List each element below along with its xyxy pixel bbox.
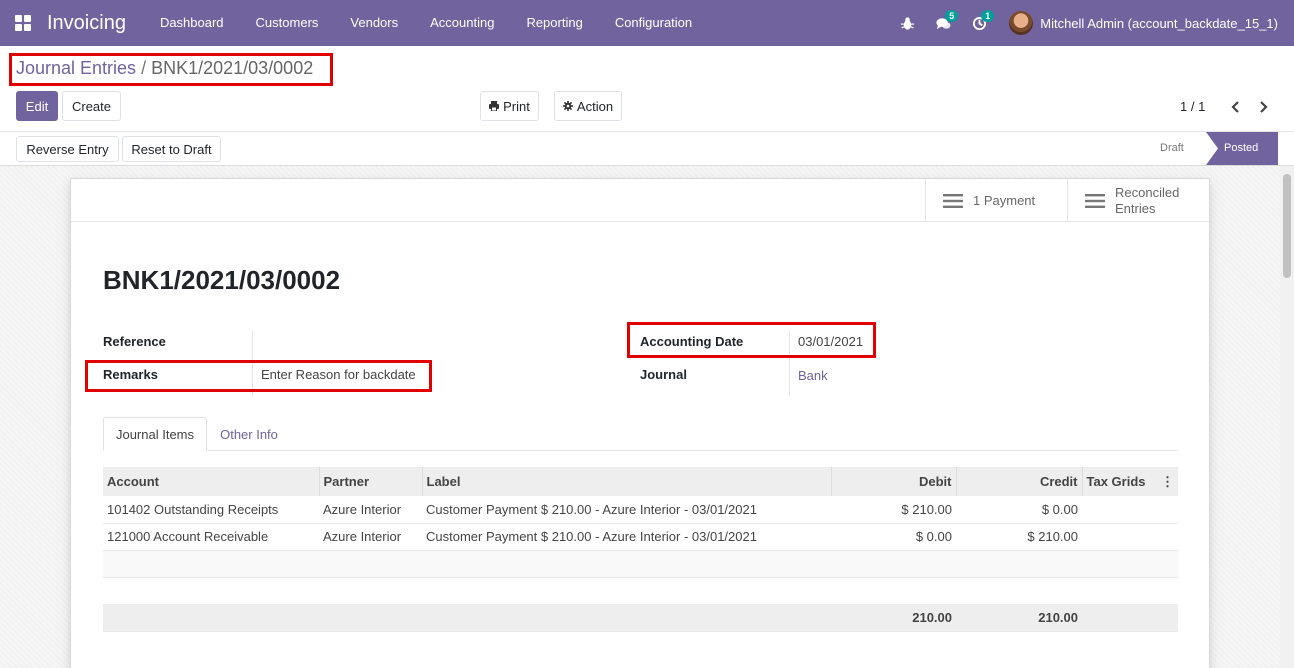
row-tax-grids: [1082, 496, 1178, 524]
vertical-scrollbar[interactable]: [1280, 166, 1294, 668]
status-draft: Draft: [1160, 142, 1184, 154]
highlight-accounting-date-box: [627, 322, 876, 358]
payment-smart-label: 1 Payment: [973, 193, 1036, 208]
col-tax-grids: Tax Grids: [1086, 473, 1146, 489]
table-row[interactable]: 121000 Account Receivable Azure Interior…: [103, 523, 1178, 551]
row-account: 101402 Outstanding Receipts: [103, 496, 319, 524]
highlight-breadcrumb-box: [9, 53, 333, 86]
smart-button-box: 1 Payment Reconciled Entries: [71, 179, 1209, 222]
pager-previous-icon[interactable]: [1228, 97, 1244, 117]
pager-next-icon[interactable]: [1255, 97, 1271, 117]
messages-chat-icon[interactable]: 5: [925, 0, 961, 46]
empty-row: [103, 550, 1178, 578]
record-title: BNK1/2021/03/0002: [103, 265, 341, 295]
list-bars-icon: [1085, 193, 1105, 208]
activities-count-badge: 1: [981, 10, 995, 22]
form-sheet: 1 Payment Reconciled Entries BNK1/2021/0…: [70, 178, 1210, 668]
row-label: Customer Payment $ 210.00 - Azure Interi…: [422, 496, 831, 524]
create-button[interactable]: Create: [62, 91, 121, 121]
journal-label: Journal: [640, 367, 687, 382]
col-credit[interactable]: Credit: [956, 467, 1083, 496]
journal-items-table: Account Partner Label Debit Credit Tax G…: [103, 467, 1178, 632]
payment-smart-button[interactable]: 1 Payment: [925, 179, 1067, 222]
debug-bug-icon[interactable]: [889, 0, 925, 46]
spacer-row: [103, 577, 1178, 604]
col-debit[interactable]: Debit: [831, 467, 957, 496]
menu-accounting[interactable]: Accounting: [414, 0, 510, 46]
table-row[interactable]: 101402 Outstanding Receipts Azure Interi…: [103, 496, 1178, 524]
status-posted: Posted: [1206, 132, 1278, 165]
activities-clock-icon[interactable]: 1: [961, 0, 997, 46]
scrollbar-thumb[interactable]: [1283, 174, 1291, 278]
reconciled-entries-label: Reconciled Entries: [1115, 185, 1179, 217]
col-tax-grids-header[interactable]: Tax Grids ⋮: [1082, 467, 1178, 496]
row-partner: Azure Interior: [319, 496, 422, 524]
reference-field[interactable]: [261, 334, 441, 350]
print-label: Print: [503, 98, 530, 114]
col-account[interactable]: Account: [103, 467, 320, 496]
form-statusbar: Reverse Entry Reset to Draft Draft Poste…: [0, 131, 1294, 166]
row-account: 121000 Account Receivable: [103, 523, 319, 551]
menu-vendors[interactable]: Vendors: [334, 0, 414, 46]
row-label: Customer Payment $ 210.00 - Azure Interi…: [422, 523, 831, 551]
row-debit: $ 210.00: [831, 496, 956, 524]
messages-count-badge: 5: [945, 10, 959, 22]
totals-row: 210.00 210.00: [103, 604, 1178, 632]
menu-reporting[interactable]: Reporting: [510, 0, 598, 46]
reset-to-draft-button[interactable]: Reset to Draft: [122, 136, 221, 162]
row-debit: $ 0.00: [831, 523, 956, 551]
edit-button[interactable]: Edit: [16, 91, 58, 121]
top-navbar: Invoicing Dashboard Customers Vendors Ac…: [0, 0, 1294, 46]
total-debit: 210.00: [831, 604, 956, 632]
table-header-row: Account Partner Label Debit Credit Tax G…: [103, 467, 1178, 496]
optional-columns-kebab-icon[interactable]: ⋮: [1161, 474, 1174, 490]
highlight-remarks-box: [85, 360, 432, 392]
reconciled-label-line1: Reconciled: [1115, 184, 1180, 200]
menu-configuration[interactable]: Configuration: [599, 0, 708, 46]
notebook-tabs: Journal Items Other Info: [103, 417, 1178, 451]
row-credit: $ 0.00: [956, 496, 1082, 524]
menu-customers[interactable]: Customers: [240, 0, 335, 46]
apps-menu-icon[interactable]: [0, 0, 46, 46]
print-icon: [489, 101, 500, 111]
col-partner[interactable]: Partner: [319, 467, 423, 496]
user-avatar[interactable]: [1009, 11, 1034, 35]
print-button[interactable]: Print: [480, 91, 539, 121]
list-bars-icon: [943, 193, 963, 208]
reconciled-entries-smart-button[interactable]: Reconciled Entries: [1067, 179, 1209, 222]
app-name[interactable]: Invoicing: [47, 12, 126, 35]
gear-icon: [562, 101, 573, 111]
journal-field[interactable]: Bank: [798, 368, 828, 383]
tab-journal-items[interactable]: Journal Items: [103, 417, 207, 451]
pager-counter[interactable]: 1 / 1: [1180, 99, 1205, 114]
reference-label: Reference: [103, 334, 166, 349]
menu-dashboard[interactable]: Dashboard: [144, 0, 240, 46]
col-label[interactable]: Label: [422, 467, 832, 496]
row-tax-grids: [1082, 523, 1178, 551]
tab-other-info[interactable]: Other Info: [209, 417, 289, 451]
reconciled-label-line2: Entries: [1115, 200, 1156, 216]
reverse-entry-button[interactable]: Reverse Entry: [16, 136, 119, 162]
row-credit: $ 210.00: [956, 523, 1082, 551]
action-label: Action: [576, 98, 614, 114]
row-partner: Azure Interior: [319, 523, 422, 551]
action-button[interactable]: Action: [554, 91, 622, 121]
total-credit: 210.00: [956, 604, 1082, 632]
user-menu-name[interactable]: Mitchell Admin (account_backdate_15_1): [1040, 16, 1278, 31]
